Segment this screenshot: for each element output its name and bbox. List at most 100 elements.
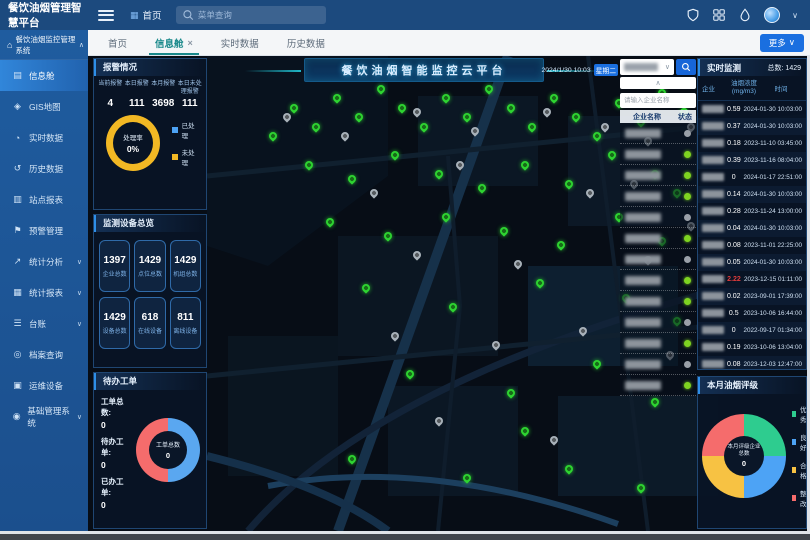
- map-pin-online[interactable]: [649, 396, 660, 407]
- map-pin-online[interactable]: [447, 301, 458, 312]
- map-pin-online[interactable]: [375, 83, 386, 94]
- company-row[interactable]: [620, 375, 696, 396]
- flame-icon[interactable]: [738, 8, 752, 22]
- sidebar-item-站点报表[interactable]: ▥ 站点报表: [0, 184, 88, 215]
- realtime-row[interactable]: 0.37 2024-01-30 10:03:00: [698, 118, 806, 135]
- map-pin-online[interactable]: [346, 453, 357, 464]
- shield-icon[interactable]: [686, 8, 700, 22]
- map-pin-offline[interactable]: [599, 121, 610, 132]
- company-row[interactable]: [620, 249, 696, 270]
- map-pin-online[interactable]: [520, 425, 531, 436]
- map-pin-online[interactable]: [346, 173, 357, 184]
- map-pin-offline[interactable]: [281, 111, 292, 122]
- map-pin-online[interactable]: [520, 159, 531, 170]
- map-pin-online[interactable]: [462, 111, 473, 122]
- map-pin-online[interactable]: [505, 387, 516, 398]
- map-pin-online[interactable]: [382, 230, 393, 241]
- map-pin-online[interactable]: [303, 159, 314, 170]
- sidebar-item-预警管理[interactable]: ⚑ 预警管理: [0, 215, 88, 246]
- apps-icon[interactable]: [712, 8, 726, 22]
- company-row[interactable]: [620, 312, 696, 333]
- map-pin-offline[interactable]: [411, 249, 422, 260]
- chevron-down-icon[interactable]: ∨: [792, 11, 798, 20]
- map-pin-online[interactable]: [635, 482, 646, 493]
- realtime-row[interactable]: 2.22 2023-12-15 01:11:00: [698, 271, 806, 288]
- company-row[interactable]: [620, 123, 696, 144]
- map-pin-online[interactable]: [390, 149, 401, 160]
- realtime-row[interactable]: 0 2024-01-17 22:51:00: [698, 169, 806, 186]
- map-pin-online[interactable]: [548, 92, 559, 103]
- realtime-row[interactable]: 0.39 2023-11-16 08:04:00: [698, 152, 806, 169]
- map-pin-online[interactable]: [361, 282, 372, 293]
- company-row[interactable]: [620, 354, 696, 375]
- map-pin-offline[interactable]: [512, 259, 523, 270]
- map-pin-online[interactable]: [476, 183, 487, 194]
- company-row[interactable]: [620, 333, 696, 354]
- realtime-row[interactable]: 0.08 2023-12-03 12:47:00: [698, 356, 806, 369]
- sidebar-item-基础管理系统[interactable]: ◉ 基础管理系统 ∨: [0, 401, 88, 432]
- company-row[interactable]: [620, 228, 696, 249]
- map-pin-online[interactable]: [527, 121, 538, 132]
- menu-search[interactable]: [176, 6, 326, 24]
- map-pin-online[interactable]: [433, 168, 444, 179]
- map-pin-online[interactable]: [310, 121, 321, 132]
- map-pin-online[interactable]: [563, 463, 574, 474]
- map-pin-online[interactable]: [498, 225, 509, 236]
- map-pin-online[interactable]: [606, 149, 617, 160]
- close-icon[interactable]: ×: [188, 38, 193, 48]
- sidebar-item-历史数据[interactable]: ↺ 历史数据: [0, 153, 88, 184]
- map-pin-online[interactable]: [267, 130, 278, 141]
- tab-实时数据[interactable]: 实时数据: [207, 30, 273, 55]
- menu-toggle-icon[interactable]: [98, 10, 114, 21]
- map-pin-offline[interactable]: [491, 339, 502, 350]
- map-pin-offline[interactable]: [469, 126, 480, 137]
- sidebar-item-档案查询[interactable]: ◎ 档案查询: [0, 339, 88, 370]
- map-pin-online[interactable]: [563, 178, 574, 189]
- realtime-row[interactable]: 0.14 2024-01-30 10:03:00: [698, 186, 806, 203]
- map-pin-online[interactable]: [418, 121, 429, 132]
- map-pin-online[interactable]: [332, 92, 343, 103]
- map-pin-online[interactable]: [592, 130, 603, 141]
- realtime-row[interactable]: 0.05 2024-01-30 10:03:00: [698, 254, 806, 271]
- map-pin-offline[interactable]: [411, 107, 422, 118]
- map-pin-online[interactable]: [534, 278, 545, 289]
- realtime-row[interactable]: 0.08 2023-11-01 22:25:00: [698, 237, 806, 254]
- map-pin-offline[interactable]: [339, 130, 350, 141]
- company-row[interactable]: [620, 186, 696, 207]
- map-pin-offline[interactable]: [433, 415, 444, 426]
- realtime-row[interactable]: 0.19 2023-10-06 13:04:00: [698, 339, 806, 356]
- map-pin-online[interactable]: [462, 472, 473, 483]
- company-name-input[interactable]: [620, 93, 696, 108]
- tab-首页[interactable]: 首页: [94, 30, 141, 55]
- sidebar-system-header[interactable]: ⌂ 餐饮油烟监控管理系统 ∧: [0, 30, 88, 60]
- tab-历史数据[interactable]: 历史数据: [273, 30, 339, 55]
- map-pin-offline[interactable]: [585, 187, 596, 198]
- map-pin-online[interactable]: [440, 211, 451, 222]
- map-pin-online[interactable]: [404, 368, 415, 379]
- map-pin-online[interactable]: [440, 92, 451, 103]
- company-row[interactable]: [620, 144, 696, 165]
- map-pin-online[interactable]: [353, 111, 364, 122]
- map-pin-online[interactable]: [592, 358, 603, 369]
- map-pin-online[interactable]: [397, 102, 408, 113]
- map-pin-offline[interactable]: [548, 434, 559, 445]
- realtime-row[interactable]: 0.5 2023-10-06 16:44:00: [698, 305, 806, 322]
- realtime-row[interactable]: 0.59 2024-01-30 10:03:00: [698, 101, 806, 118]
- map-pin-offline[interactable]: [455, 159, 466, 170]
- company-row[interactable]: [620, 165, 696, 186]
- sidebar-item-统计分析[interactable]: ↗ 统计分析 ∨: [0, 246, 88, 277]
- realtime-row[interactable]: 0.02 2023-09-01 17:39:00: [698, 288, 806, 305]
- map-pin-offline[interactable]: [577, 325, 588, 336]
- company-row[interactable]: [620, 291, 696, 312]
- company-row[interactable]: [620, 207, 696, 228]
- collapse-bar[interactable]: ∧: [620, 77, 696, 89]
- map-pin-offline[interactable]: [390, 330, 401, 341]
- map-pin-online[interactable]: [570, 111, 581, 122]
- sidebar-item-统计报表[interactable]: ▦ 统计报表 ∨: [0, 277, 88, 308]
- menu-search-input[interactable]: [198, 10, 320, 20]
- area-select[interactable]: ∨: [620, 59, 674, 75]
- sidebar-item-运维设备[interactable]: ▣ 运维设备: [0, 370, 88, 401]
- map-pin-online[interactable]: [288, 102, 299, 113]
- home-shortcut[interactable]: ▦ 首页: [130, 8, 162, 22]
- realtime-row[interactable]: 0.04 2024-01-30 10:03:00: [698, 220, 806, 237]
